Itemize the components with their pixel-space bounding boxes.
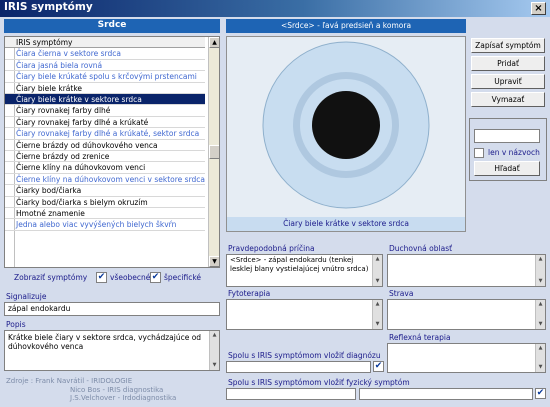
- list-item[interactable]: Čiara jasná biela rovná: [5, 60, 205, 72]
- add-button[interactable]: Pridať: [471, 56, 545, 71]
- list-item[interactable]: Čiary rovnakej farby dlhé a krúkaté: [5, 117, 205, 129]
- scroll-thumb[interactable]: [209, 145, 219, 159]
- list-item-label: Čierne klíny na dúhovkovom venci v sekto…: [16, 174, 205, 184]
- diag-checkbox[interactable]: ✔: [373, 361, 384, 372]
- save-symptom-button[interactable]: Zapísať symptóm: [471, 38, 545, 53]
- iris-image-panel: Čiary biele krátke v sektore srdca: [226, 36, 466, 232]
- list-item[interactable]: Čiarky bod/čiarka s bielym okruzím: [5, 197, 205, 208]
- section-header-srdce: Srdce: [4, 19, 220, 33]
- list-item[interactable]: Čiary biele krátke: [5, 83, 205, 94]
- list-item-label: Jedna alebo viac vyvýšených bielych škvŕ…: [16, 220, 177, 230]
- diag-field[interactable]: [226, 361, 371, 373]
- popis-scrollbar[interactable]: ▲ ▼: [209, 331, 219, 370]
- source-2: Nico Bos - IRIS diagnostika: [70, 385, 164, 394]
- list-item-label: Čiary biele krátke: [16, 83, 83, 93]
- find-button[interactable]: Hľadať: [474, 161, 540, 176]
- physical-field-2[interactable]: [359, 388, 533, 400]
- list-item-label: Čiary rovnakej farby dlhé: [16, 106, 111, 116]
- search-input[interactable]: [474, 129, 540, 143]
- reflex-label: Reflexná terapia: [389, 333, 451, 342]
- list-item-label: Čierne brázdy od zrenice: [16, 152, 110, 161]
- list-item[interactable]: Čiara čierna v sektore srdca: [5, 48, 205, 60]
- show-symptoms-label: Zobraziť symptómy: [14, 273, 88, 282]
- list-item-label: Čiary rovnakej farby dlhé a krúkaté, sek…: [16, 129, 200, 139]
- specific-checkbox[interactable]: ✔: [150, 272, 161, 283]
- list-item[interactable]: Čierne klíny na dúhovkovom venci v sekto…: [5, 174, 205, 186]
- list-item[interactable]: Čiary rovnakej farby dlhé a krúkaté, sek…: [5, 128, 205, 140]
- list-item-label: Čierne klíny na dúhovkovom venci: [16, 163, 146, 173]
- close-button[interactable]: ×: [531, 2, 546, 15]
- list-item-label: Čierne brázdy od dúhovkového venca: [16, 140, 158, 150]
- list-scrollbar[interactable]: ▲ ▼: [208, 37, 219, 267]
- physical-checkbox[interactable]: ✔: [535, 388, 546, 399]
- physical-label: Spolu s IRIS symptómom vložiť fyzický sy…: [228, 378, 410, 387]
- list-item[interactable]: Čiary rovnakej farby dlhé: [5, 105, 205, 117]
- list-header: IRIS symptómy: [5, 37, 205, 49]
- popis-field[interactable]: Krátke biele čiary v sektore srdca, vych…: [4, 330, 220, 371]
- scroll-down-arrow[interactable]: ▼: [209, 256, 219, 267]
- list-item-label: Čiary rovnakej farby dlhé a krúkaté: [16, 117, 149, 127]
- delete-button[interactable]: Vymazať: [471, 92, 545, 107]
- list-item-label: Hmotné znamenie: [16, 209, 85, 218]
- spiritual-field[interactable]: ▲ ▼: [387, 254, 546, 287]
- list-item-label: Čiara čierna v sektore srdca: [16, 49, 121, 59]
- window-title: IRIS symptómy: [4, 1, 93, 13]
- general-checkbox[interactable]: ✔: [96, 272, 107, 283]
- sources: Zdroje : Frank Navrátil - IRIDOLOGIE Nic…: [6, 377, 176, 403]
- cause-field[interactable]: <Srdce> - zápal endokardu (tenkej leskle…: [226, 254, 383, 287]
- diag-label: Spolu s IRIS symptómom vložiť diagnózu: [228, 351, 381, 360]
- reflex-field[interactable]: ▲ ▼: [387, 343, 546, 373]
- list-item[interactable]: Jedna alebo viac vyvýšených bielych škvŕ…: [5, 219, 205, 231]
- names-only-checkbox[interactable]: [474, 148, 484, 158]
- image-caption: Čiary biele krátke v sektore srdca: [227, 217, 465, 231]
- list-item-label: Čiary biele krúkaté spolu s krčovými prs…: [16, 72, 197, 82]
- list-item-label: Čiarky bod/čiarka: [16, 186, 82, 196]
- cause-label: Pravdepodobná príčina: [228, 244, 315, 253]
- scroll-up-arrow[interactable]: ▲: [209, 37, 219, 48]
- list-item-label: Čiara jasná biela rovná: [16, 60, 103, 70]
- popis-text: Krátke biele čiary v sektore srdca, vych…: [8, 333, 202, 351]
- physical-field-1[interactable]: [226, 388, 356, 400]
- source-3: J.S.Velchover - Irdodiagnostika: [70, 394, 177, 402]
- specific-label: špecifické: [164, 273, 202, 282]
- list-item[interactable]: Čiary biele krúkaté spolu s krčovými prs…: [5, 71, 205, 83]
- source-1: Zdroje : Frank Navrátil - IRIDOLOGIE: [6, 377, 133, 385]
- phyto-label: Fytoterapia: [228, 289, 271, 298]
- list-item[interactable]: Čierne brázdy od zrenice: [5, 151, 205, 163]
- spiritual-label: Duchovná oblasť: [389, 244, 453, 253]
- popis-label: Popis: [6, 320, 26, 329]
- signalizuje-field[interactable]: zápal endokardu: [4, 302, 220, 316]
- diet-field[interactable]: ▲ ▼: [387, 299, 546, 330]
- names-only-label: len v názvoch: [488, 148, 540, 157]
- diet-label: Strava: [389, 289, 414, 298]
- list-item[interactable]: ▶Čiary biele krátke v sektore srdca: [5, 94, 205, 106]
- edit-button[interactable]: Upraviť: [471, 74, 545, 89]
- list-item[interactable]: Čierne brázdy od dúhovkového venca: [5, 140, 205, 151]
- cause-text: <Srdce> - zápal endokardu (tenkej leskle…: [230, 256, 369, 273]
- image-header: <Srdce> - ľavá predsieň a komora: [226, 19, 466, 33]
- iris-image: [262, 41, 430, 209]
- signalizuje-label: Signalizuje: [6, 292, 47, 301]
- list-item[interactable]: Hmotné znamenie: [5, 208, 205, 220]
- cause-scrollbar[interactable]: ▲ ▼: [372, 255, 382, 286]
- symptom-list[interactable]: IRIS symptómy Čiara čierna v sektore srd…: [4, 36, 220, 268]
- list-item[interactable]: Čierne klíny na dúhovkovom venci: [5, 162, 205, 174]
- phyto-field[interactable]: ▲ ▼: [226, 299, 383, 330]
- list-item-label: Čiarky bod/čiarka s bielym okruzím: [16, 197, 148, 207]
- general-label: všeobecné: [110, 273, 151, 282]
- list-item-label: Čiary biele krátke v sektore srdca: [16, 95, 142, 104]
- list-item[interactable]: Čiarky bod/čiarka: [5, 185, 205, 197]
